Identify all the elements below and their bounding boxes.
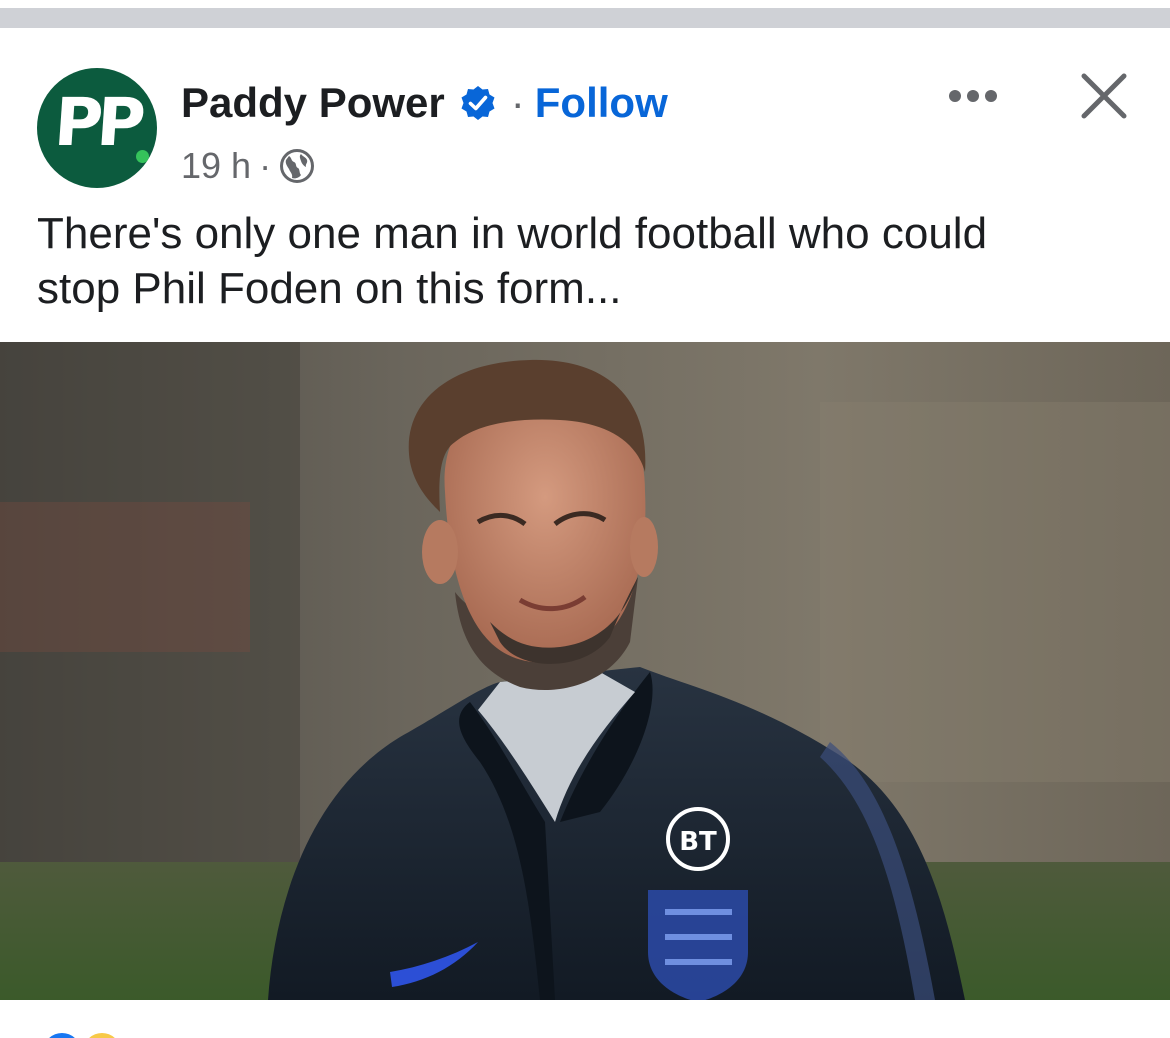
follow-button[interactable]: Follow xyxy=(535,79,668,127)
page-avatar[interactable]: PP xyxy=(37,68,157,188)
feed-post: PP Paddy Power · Follow 19 h · There's o… xyxy=(0,30,1170,1038)
feed-divider xyxy=(0,8,1170,28)
post-photo[interactable]: BT xyxy=(0,342,1170,1000)
avatar-logo-dot xyxy=(136,150,149,163)
verified-badge-icon xyxy=(459,84,497,122)
post-timestamp[interactable]: 19 h xyxy=(181,145,251,187)
post-photo-illustration: BT xyxy=(0,342,1170,1000)
avatar-logo-text: PP xyxy=(51,84,143,161)
more-options-button[interactable] xyxy=(938,74,1008,118)
post-meta: 19 h · xyxy=(181,145,315,187)
previous-post-edge xyxy=(0,0,1170,30)
post-header: Paddy Power · Follow xyxy=(181,78,668,128)
post-message: There's only one man in world football w… xyxy=(37,206,1137,316)
more-horizontal-icon xyxy=(949,90,997,102)
close-icon xyxy=(1081,73,1127,119)
globe-icon xyxy=(279,148,315,184)
header-separator: · xyxy=(510,79,525,126)
reaction-summary[interactable] xyxy=(40,1030,120,1038)
post-message-line: stop Phil Foden on this form... xyxy=(37,264,622,313)
like-reaction-icon xyxy=(40,1030,84,1038)
haha-reaction-icon xyxy=(80,1030,120,1038)
meta-separator: · xyxy=(259,145,272,186)
page-name-link[interactable]: Paddy Power xyxy=(181,79,445,127)
hide-post-button[interactable] xyxy=(1074,66,1134,126)
post-message-line: There's only one man in world football w… xyxy=(37,209,988,258)
bt-logo-text: BT xyxy=(679,827,717,857)
